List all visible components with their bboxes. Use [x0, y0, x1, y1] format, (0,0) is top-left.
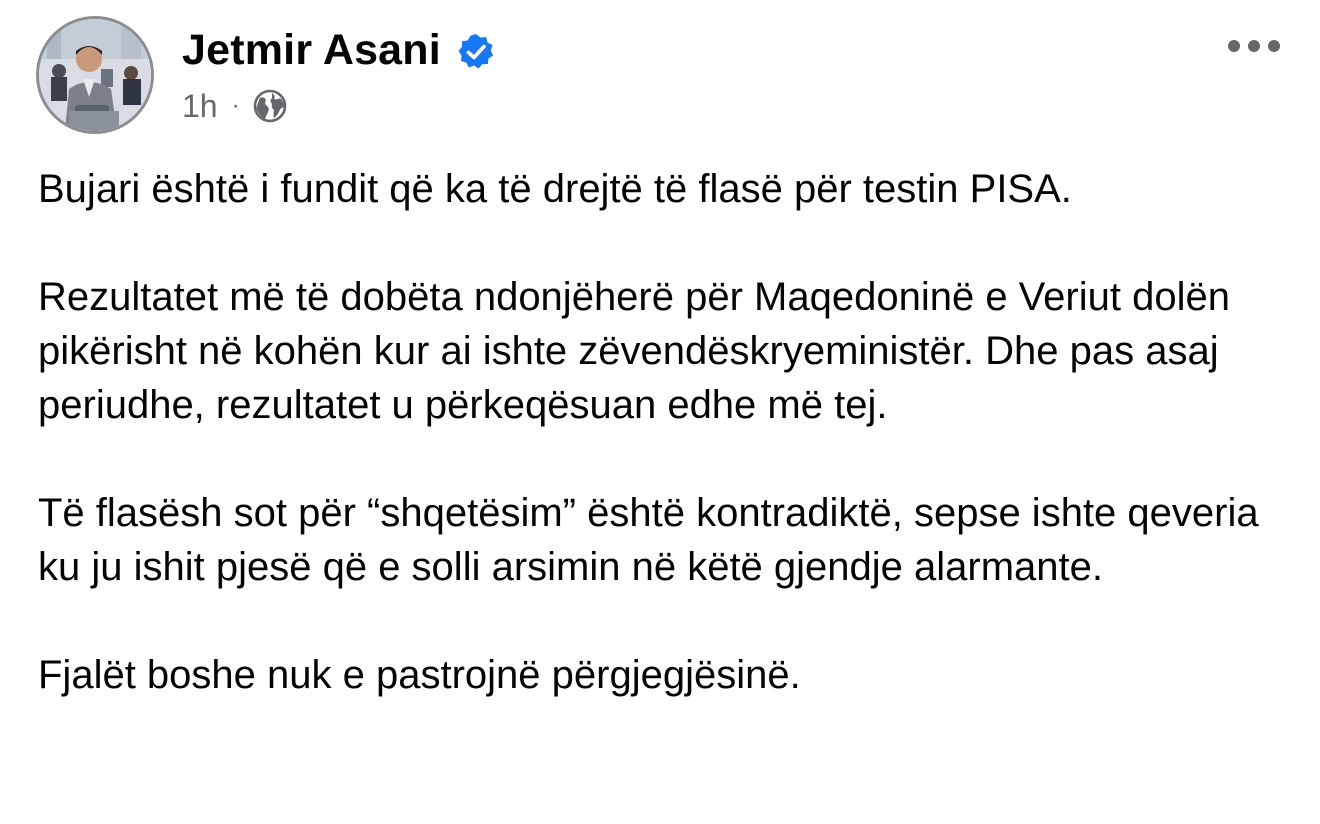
post-body: Bujari është i fundit që ka të drejtë të…	[38, 162, 1288, 702]
more-dot	[1228, 40, 1240, 52]
more-options-icon[interactable]	[1228, 36, 1280, 56]
profile-photo	[39, 19, 151, 131]
post-paragraph: Bujari është i fundit që ka të drejtë të…	[38, 167, 1072, 211]
post-paragraph: Të flasësh sot për “shqetësim” është kon…	[38, 491, 1259, 589]
author-avatar[interactable]	[36, 16, 154, 134]
verified-badge-icon	[458, 34, 493, 69]
post-timestamp[interactable]: 1h	[182, 88, 218, 125]
post-header: Jetmir Asani 1h ·	[36, 16, 1286, 136]
post-paragraph: Rezultatet më të dobëta ndonjëherë për M…	[38, 275, 1230, 427]
globe-icon[interactable]	[252, 88, 288, 124]
more-dot	[1268, 40, 1280, 52]
post-meta: 1h ·	[182, 86, 288, 126]
post-paragraph: Fjalët boshe nuk e pastrojnë përgjegjësi…	[38, 653, 801, 697]
author-name[interactable]: Jetmir Asani	[182, 26, 441, 75]
meta-separator: ·	[231, 92, 240, 119]
more-dot	[1248, 40, 1260, 52]
facebook-post: Jetmir Asani 1h · Bujari është i fundit …	[0, 0, 1320, 824]
